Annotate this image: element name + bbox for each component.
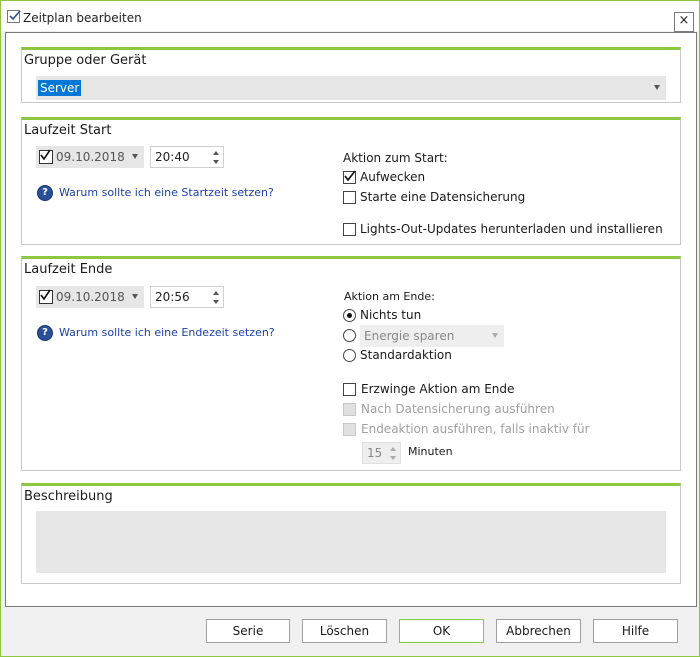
spin-down-icon[interactable] <box>213 300 219 304</box>
minutes-label: Minuten <box>408 445 453 458</box>
spin-up-icon[interactable] <box>390 447 396 451</box>
end-time-input[interactable]: 20:56 <box>150 286 224 308</box>
wake-checkbox[interactable] <box>343 170 356 184</box>
start-title: Laufzeit Start <box>24 123 112 138</box>
radio-nothing[interactable] <box>343 309 356 322</box>
help-icon[interactable]: ? <box>37 185 53 201</box>
description-section: Beschreibung <box>21 483 681 584</box>
start-time-input[interactable]: 20:40 <box>150 146 224 168</box>
check-icon <box>40 149 51 161</box>
start-section: Laufzeit Start 09.10.2018 20:40 ? Warum … <box>21 117 681 245</box>
check-icon <box>344 170 356 182</box>
help-icon[interactable]: ? <box>37 325 53 341</box>
end-time-value: 20:56 <box>155 290 190 304</box>
dialog-window: Zeitplan bearbeiten × Gruppe oder Gerät … <box>0 0 700 657</box>
wake-label: Aufwecken <box>360 170 426 184</box>
spin-up-icon[interactable] <box>213 151 219 155</box>
spin-down-icon[interactable] <box>213 160 219 164</box>
description-textarea[interactable] <box>36 511 666 573</box>
end-date-picker[interactable]: 09.10.2018 <box>36 286 144 308</box>
close-button[interactable]: × <box>674 12 694 32</box>
end-title: Laufzeit Ende <box>24 262 113 277</box>
lights-out-label: Lights-Out-Updates herunterladen und ins… <box>360 222 663 236</box>
start-date-picker[interactable]: 09.10.2018 <box>36 146 144 168</box>
chevron-down-icon <box>132 294 138 299</box>
start-help-link[interactable]: Warum sollte ich eine Startzeit setzen? <box>59 186 274 199</box>
delete-button[interactable]: Löschen <box>302 619 387 643</box>
radio-nothing-label: Nichts tun <box>360 308 422 322</box>
group-device-title: Gruppe oder Gerät <box>24 53 147 68</box>
force-action-label: Erzwinge Aktion am Ende <box>361 382 515 396</box>
start-time-value: 20:40 <box>155 150 190 164</box>
spin-down-icon[interactable] <box>390 456 396 460</box>
group-device-section: Gruppe oder Gerät Server <box>21 47 681 103</box>
lights-out-checkbox[interactable] <box>343 223 356 236</box>
end-action-title: Aktion am Ende: <box>344 290 435 303</box>
minutes-stepper[interactable]: 15 <box>362 442 401 464</box>
title-bar: Zeitplan bearbeiten × <box>1 1 699 32</box>
end-help-link[interactable]: Warum sollte ich eine Endezeit setzen? <box>59 326 275 339</box>
radio-default-label: Standardaktion <box>360 348 452 362</box>
start-date-checkbox[interactable] <box>39 149 53 164</box>
description-title: Beschreibung <box>24 489 113 504</box>
app-check-icon <box>7 10 21 23</box>
check-icon <box>40 289 51 301</box>
backup-checkbox[interactable] <box>343 191 356 204</box>
start-date-value: 09.10.2018 <box>56 150 125 164</box>
start-action-title: Aktion zum Start: <box>343 151 448 165</box>
backup-label: Starte eine Datensicherung <box>360 190 526 204</box>
group-device-value: Server <box>38 80 82 96</box>
ok-button[interactable]: OK <box>399 619 484 643</box>
window-title: Zeitplan bearbeiten <box>23 11 142 25</box>
end-section: Laufzeit Ende 09.10.2018 20:56 ? Warum s… <box>21 256 681 471</box>
minutes-value: 15 <box>367 446 383 460</box>
energy-select[interactable]: Energie sparen <box>360 325 504 347</box>
serie-button[interactable]: Serie <box>206 619 290 643</box>
help-button[interactable]: Hilfe <box>593 619 678 643</box>
force-action-checkbox[interactable] <box>343 383 356 396</box>
energy-select-value: Energie sparen <box>364 329 455 343</box>
end-date-checkbox[interactable] <box>39 289 53 304</box>
end-date-value: 09.10.2018 <box>56 290 125 304</box>
chevron-down-icon <box>132 154 138 159</box>
chevron-down-icon <box>492 333 498 338</box>
inactive-checkbox[interactable] <box>343 423 356 436</box>
dialog-content: Gruppe oder Gerät Server Laufzeit Start … <box>5 32 697 607</box>
group-device-select[interactable]: Server <box>36 76 666 100</box>
radio-dot <box>347 313 352 318</box>
radio-energy[interactable] <box>343 329 356 342</box>
chevron-down-icon <box>654 85 660 90</box>
cancel-button[interactable]: Abbrechen <box>496 619 581 643</box>
after-backup-label: Nach Datensicherung ausführen <box>361 402 555 416</box>
spin-up-icon[interactable] <box>213 291 219 295</box>
after-backup-checkbox[interactable] <box>343 403 356 416</box>
inactive-label: Endeaktion ausführen, falls inaktiv für <box>361 422 590 436</box>
radio-default[interactable] <box>343 349 356 362</box>
